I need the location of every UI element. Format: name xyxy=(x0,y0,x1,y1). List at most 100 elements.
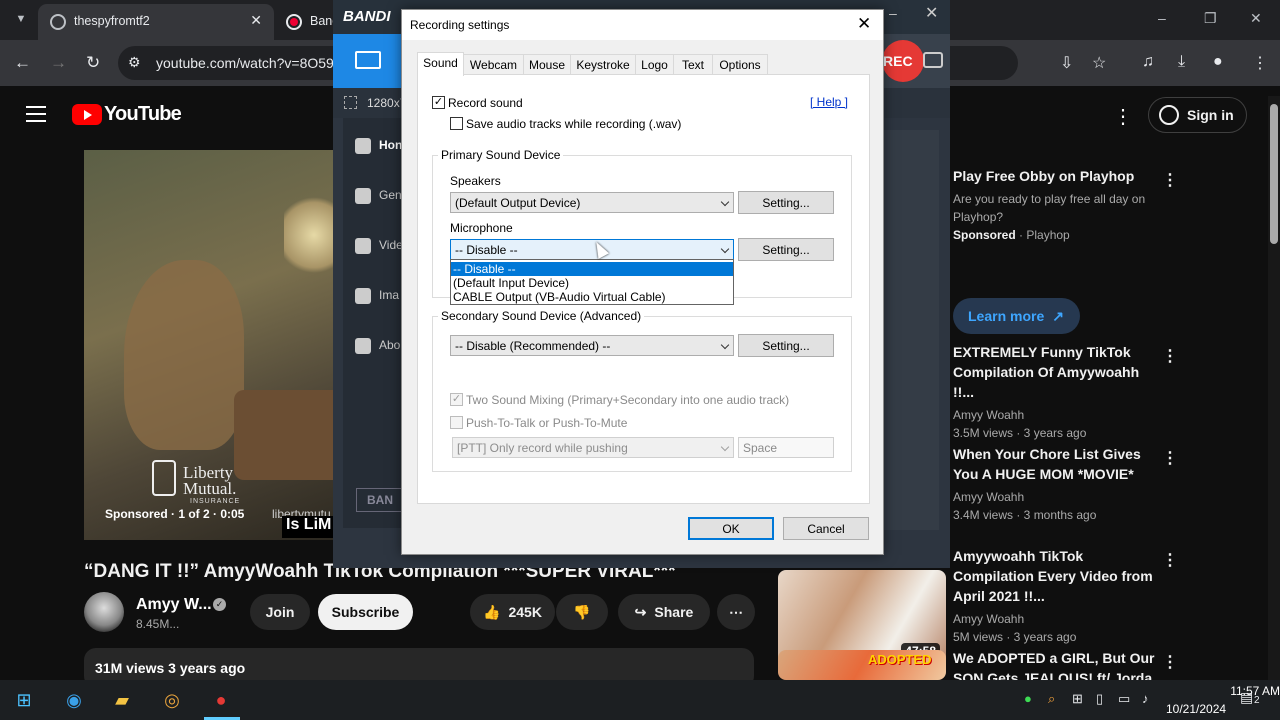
two-sound-mixing-checkbox[interactable]: ✓ xyxy=(450,393,463,406)
more-options-icon[interactable]: ⋮ xyxy=(1113,104,1133,129)
recommendation-item[interactable]: We ADOPTED a GIRL, But Our SON Gets JEAL… xyxy=(953,648,1163,680)
tab-webcam[interactable]: Webcam xyxy=(463,54,524,75)
sidebar-item-image[interactable]: Ima xyxy=(355,288,399,304)
two-sound-mixing-label: Two Sound Mixing (Primary+Secondary into… xyxy=(466,393,790,407)
restore-window-button[interactable]: ❐ xyxy=(1204,10,1217,27)
record-sound-checkbox[interactable]: ✓ xyxy=(432,96,445,109)
tab-options[interactable]: Options xyxy=(712,54,768,75)
sidebar-item-video[interactable]: Vide xyxy=(355,238,403,254)
network-icon[interactable]: ▭ xyxy=(1118,691,1130,707)
install-app-icon[interactable]: ⇩ xyxy=(1060,53,1073,73)
sidebar-item-general[interactable]: Gen xyxy=(355,188,402,204)
profile-icon[interactable]: ● xyxy=(1213,53,1223,71)
tab-search-button[interactable]: ▼ xyxy=(8,6,34,32)
microphone-dropdown-list[interactable]: -- Disable -- (Default Input Device) CAB… xyxy=(450,259,734,305)
tab-mouse[interactable]: Mouse xyxy=(523,54,571,75)
scrollbar-thumb[interactable] xyxy=(1270,104,1278,244)
back-icon[interactable]: ← xyxy=(14,53,31,73)
tab-youtube[interactable]: thespyfromtf2 ✕ xyxy=(38,4,274,40)
mic-option-cable[interactable]: CABLE Output (VB-Audio Virtual Cable) xyxy=(451,290,733,304)
camera-icon[interactable] xyxy=(923,52,943,68)
recommendation-item[interactable]: EXTREMELY Funny TikTok Compilation Of Am… xyxy=(953,342,1163,442)
speakers-select[interactable]: (Default Output Device) xyxy=(450,192,734,213)
microphone-setting-button[interactable]: Setting... xyxy=(738,238,834,261)
ptt-hotkey-field[interactable]: Space xyxy=(738,437,834,458)
subscribe-button[interactable]: Subscribe xyxy=(318,594,413,630)
chrome-icon[interactable]: ◎ xyxy=(158,687,186,713)
ptt-mode-select[interactable]: [PTT] Only record while pushing xyxy=(452,437,734,458)
learn-more-button[interactable]: Learn more ↗ xyxy=(953,298,1080,334)
rec-menu-icon[interactable]: ⋮ xyxy=(1162,550,1178,570)
channel-avatar[interactable] xyxy=(84,592,124,632)
recommendation-item[interactable]: Amyywoahh TikTok Compilation Every Video… xyxy=(953,546,1163,646)
tab-sound[interactable]: Sound xyxy=(417,52,464,76)
reload-icon[interactable]: ↻ xyxy=(86,53,100,73)
youtube-logo-icon[interactable] xyxy=(72,104,102,125)
tab-keystroke[interactable]: Keystroke xyxy=(570,54,636,75)
account-icon xyxy=(1159,105,1179,125)
tray-app-icon[interactable]: ● xyxy=(1024,691,1032,706)
search-tray-icon[interactable]: ⌕ xyxy=(1048,691,1055,707)
rec-menu-icon[interactable]: ⋮ xyxy=(1162,346,1178,366)
tab-close-icon[interactable]: ✕ xyxy=(250,12,262,29)
mic-option-disable[interactable]: -- Disable -- xyxy=(451,262,733,276)
notification-icon[interactable]: ▤ xyxy=(1240,689,1253,706)
windows-start-icon[interactable]: ⊞ xyxy=(10,687,38,713)
rec-menu-icon[interactable]: ⋮ xyxy=(1162,170,1178,190)
channel-name[interactable]: Amyy W... xyxy=(136,596,212,614)
share-button[interactable]: ↪ Share xyxy=(618,594,710,630)
join-button[interactable]: Join xyxy=(250,594,310,630)
chrome-menu-icon[interactable]: ⋮ xyxy=(1252,53,1268,73)
microphone-select[interactable]: -- Disable -- xyxy=(450,239,734,260)
tab-logo[interactable]: Logo xyxy=(635,54,674,75)
selection-icon[interactable] xyxy=(344,96,357,109)
forward-icon[interactable]: → xyxy=(50,53,67,73)
clock-time[interactable]: 11:57 AM xyxy=(1196,684,1280,698)
volume-icon[interactable]: ♪ xyxy=(1142,691,1149,706)
speakers-setting-button[interactable]: Setting... xyxy=(738,191,834,214)
more-actions-button[interactable]: ⋯ xyxy=(717,594,755,630)
mic-option-default[interactable]: (Default Input Device) xyxy=(451,276,733,290)
rec-button[interactable]: REC xyxy=(882,40,924,82)
bookmark-star-icon[interactable]: ☆ xyxy=(1092,53,1106,73)
dislike-button[interactable]: 👎 xyxy=(556,594,608,630)
download-icon[interactable]: ⤓ xyxy=(1178,53,1185,71)
screen-mode-button[interactable] xyxy=(333,34,403,88)
secondary-setting-button[interactable]: Setting... xyxy=(738,334,834,357)
minimize-window-button[interactable]: – xyxy=(1158,10,1166,26)
cancel-button[interactable]: Cancel xyxy=(783,517,869,540)
secondary-select[interactable]: -- Disable (Recommended) -- xyxy=(450,335,734,356)
share-label: Share xyxy=(654,604,694,620)
ok-button[interactable]: OK xyxy=(688,517,774,540)
page-scrollbar[interactable] xyxy=(1268,96,1280,680)
youtube-logo-text[interactable]: YouTube xyxy=(104,103,182,126)
file-explorer-icon[interactable]: ▰ xyxy=(108,687,136,713)
edge-icon[interactable]: ◉ xyxy=(60,687,88,713)
push-to-talk-checkbox[interactable] xyxy=(450,416,463,429)
tab-text[interactable]: Text xyxy=(673,54,713,75)
help-link[interactable]: [ Help ] xyxy=(810,95,848,109)
grid-tray-icon[interactable]: ⊞ xyxy=(1072,691,1083,707)
close-window-button[interactable]: ✕ xyxy=(1250,10,1262,27)
sign-in-button[interactable]: Sign in xyxy=(1148,97,1247,133)
recommendation-item[interactable]: When Your Chore List Gives You A HUGE MO… xyxy=(953,444,1163,524)
clock-date[interactable]: 10/21/2024 xyxy=(1166,702,1226,716)
sidebar-item-about[interactable]: Abo xyxy=(355,338,400,354)
microphone-label: Microphone xyxy=(450,221,513,235)
minimize-icon[interactable]: – xyxy=(889,5,897,21)
close-icon[interactable]: ✕ xyxy=(857,14,871,34)
bandicam-taskbar-icon[interactable]: ● xyxy=(207,687,235,713)
hamburger-menu-icon[interactable] xyxy=(26,106,46,122)
close-icon[interactable]: ✕ xyxy=(925,3,938,23)
sidebar-item-home[interactable]: Hon xyxy=(355,138,402,154)
rec-menu-icon[interactable]: ⋮ xyxy=(1162,652,1178,672)
save-wav-checkbox[interactable] xyxy=(450,117,463,130)
like-button[interactable]: 👍 245K xyxy=(470,594,555,630)
recommendation-ad[interactable]: Play Free Obby on Playhop Are you ready … xyxy=(953,166,1163,244)
video-scene-dinosaur xyxy=(124,260,244,450)
rec-menu-icon[interactable]: ⋮ xyxy=(1162,448,1178,468)
site-info-icon[interactable]: ⚙ xyxy=(128,54,141,71)
media-control-icon[interactable]: ♫ xyxy=(1142,53,1154,71)
usb-icon[interactable]: ▯ xyxy=(1096,691,1103,707)
rec-thumbnail[interactable]: ADOPTED xyxy=(778,650,946,680)
